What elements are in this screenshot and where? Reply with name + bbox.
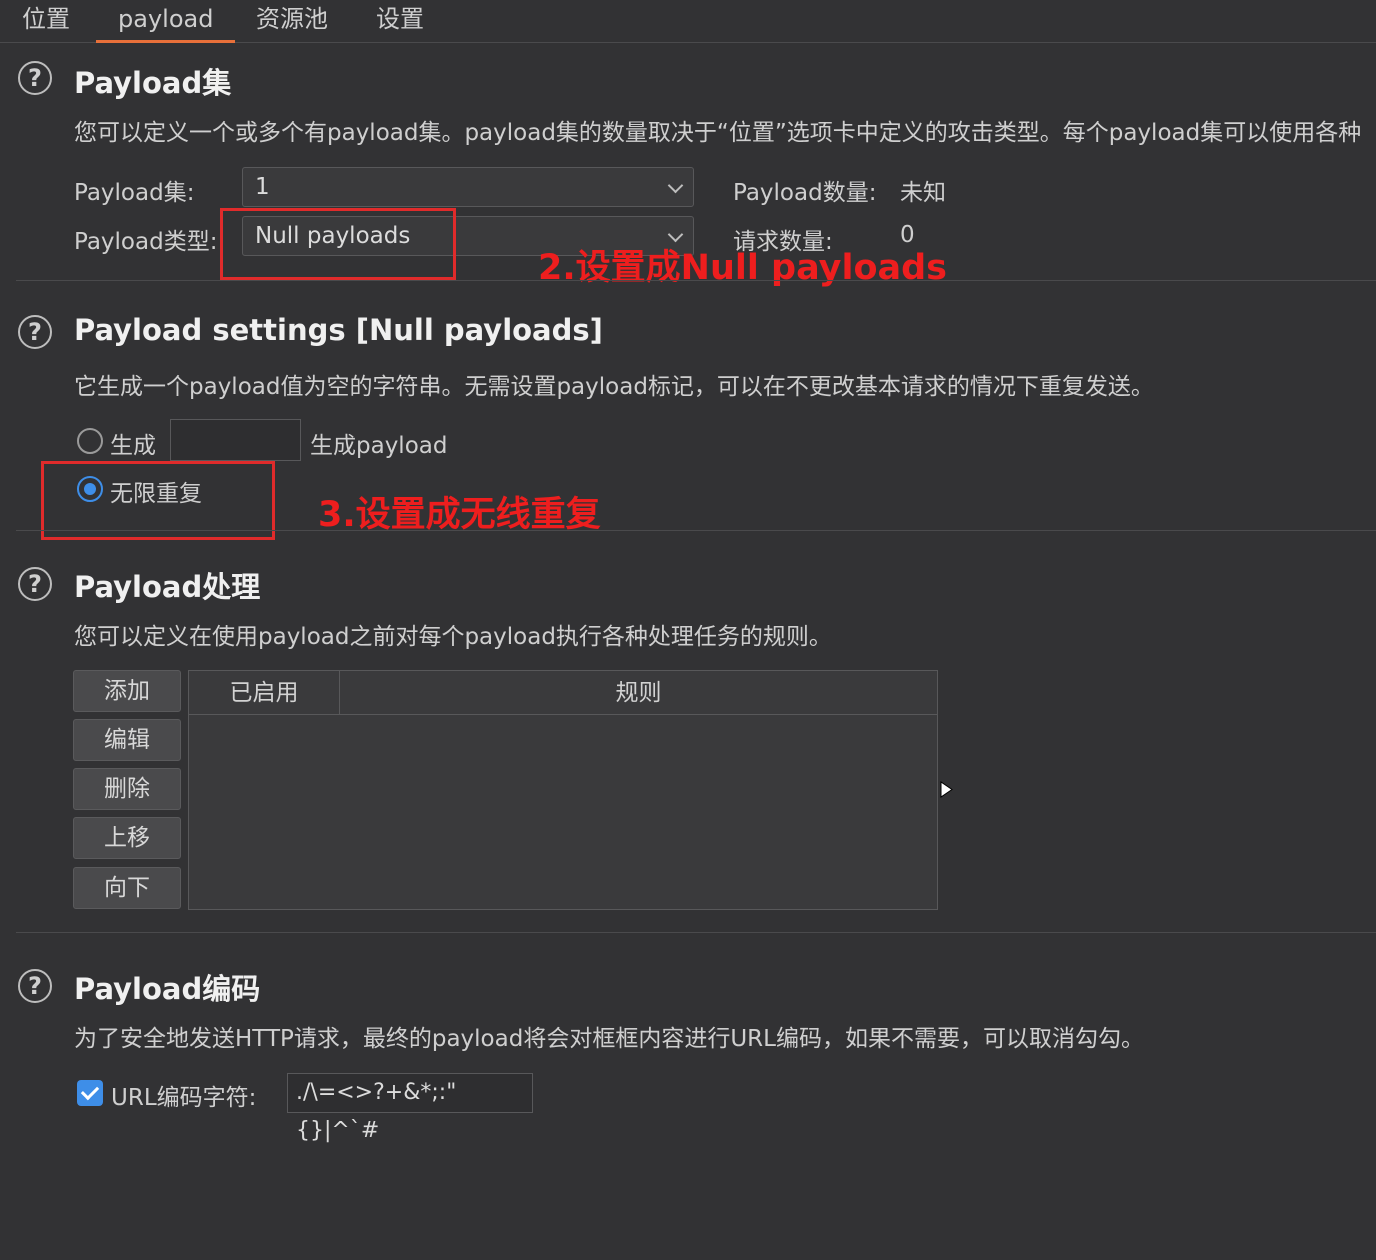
move-up-button[interactable]: 上移 xyxy=(73,817,181,859)
payload-sets-description: 您可以定义一个或多个有payload集。payload集的数量取决于“位置”选项… xyxy=(74,120,1362,146)
annotation-box-step2 xyxy=(220,208,456,280)
help-icon[interactable]: ? xyxy=(18,315,52,349)
help-icon[interactable]: ? xyxy=(18,567,52,601)
tab-resource-pool[interactable]: 资源池 xyxy=(256,4,328,40)
payload-settings-title: Payload settings [Null payloads] xyxy=(74,313,603,347)
tab-settings[interactable]: 设置 xyxy=(376,4,424,40)
column-enabled-header[interactable]: 已启用 xyxy=(189,671,340,715)
generate-radio[interactable] xyxy=(77,428,103,454)
annotation-box-step3 xyxy=(41,461,275,540)
payload-set-select[interactable]: 1 xyxy=(242,167,694,207)
payload-count-label: Payload数量: xyxy=(733,180,877,206)
url-encode-checkbox[interactable] xyxy=(77,1080,103,1106)
tab-bar: 位置 payload 资源池 设置 xyxy=(0,0,1376,43)
payload-encoding-title: Payload编码 xyxy=(74,972,261,1006)
processing-rules-table[interactable]: 已启用 规则 xyxy=(188,670,938,910)
generate-label: 生成 xyxy=(110,433,156,459)
tab-positions[interactable]: 位置 xyxy=(22,4,70,40)
annotation-step2: 2.设置成Null payloads xyxy=(538,248,947,288)
payload-settings-description: 它生成一个payload值为空的字符串。无需设置payload标记，可以在不更改… xyxy=(74,374,1154,400)
add-rule-button[interactable]: 添加 xyxy=(73,670,181,712)
payload-processing-description: 您可以定义在使用payload之前对每个payload执行各种处理任务的规则。 xyxy=(74,624,832,650)
divider xyxy=(16,530,1376,531)
divider xyxy=(16,280,1376,281)
tab-payloads[interactable]: payload xyxy=(96,4,236,43)
payload-processing-title: Payload处理 xyxy=(74,570,261,604)
url-encode-chars-input[interactable]: ./\=<>?+&*;:"{}|^`# xyxy=(287,1073,533,1143)
help-icon[interactable]: ? xyxy=(18,61,52,95)
generate-count-input[interactable] xyxy=(170,419,301,461)
generate-suffix-label: 生成payload xyxy=(310,433,448,459)
payload-encoding-description: 为了安全地发送HTTP请求，最终的payload将会对框框内容进行URL编码，如… xyxy=(74,1026,1144,1052)
divider xyxy=(16,932,1376,933)
chevron-down-icon xyxy=(667,177,684,194)
payload-count-value: 未知 xyxy=(900,180,946,206)
payload-sets-title: Payload集 xyxy=(74,66,232,100)
mouse-cursor-icon xyxy=(940,781,953,798)
edit-rule-button[interactable]: 编辑 xyxy=(73,719,181,761)
payload-type-label: Payload类型: xyxy=(74,229,218,255)
url-encode-label: URL编码字符: xyxy=(111,1085,257,1111)
column-rule-header[interactable]: 规则 xyxy=(340,671,937,715)
payload-set-label: Payload集: xyxy=(74,180,195,206)
help-icon[interactable]: ? xyxy=(18,969,52,1003)
move-down-button[interactable]: 向下 xyxy=(73,867,181,909)
payload-set-value: 1 xyxy=(255,174,270,200)
delete-rule-button[interactable]: 删除 xyxy=(73,768,181,810)
